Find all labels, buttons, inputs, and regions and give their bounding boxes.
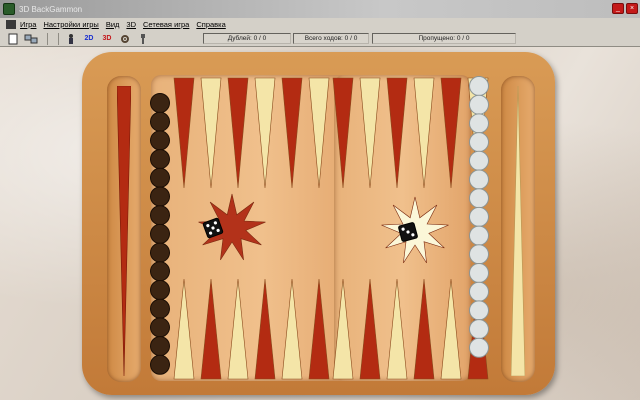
light-checker[interactable]: [469, 225, 489, 246]
toolbar-separator: [47, 32, 48, 45]
menu-settings[interactable]: Настройки игры: [43, 20, 98, 29]
dark-checker[interactable]: [150, 354, 170, 375]
view-3d-button[interactable]: 3D: [100, 33, 114, 45]
point-top[interactable]: [308, 77, 330, 189]
point-top[interactable]: [173, 77, 195, 189]
menu-3d[interactable]: 3D: [126, 20, 136, 29]
light-checker[interactable]: [469, 113, 489, 134]
dark-checker[interactable]: [150, 280, 170, 300]
app-icon: [3, 3, 15, 15]
die[interactable]: [398, 222, 418, 242]
light-checker[interactable]: [469, 206, 489, 227]
settings-icon[interactable]: [118, 33, 132, 45]
light-checker[interactable]: [469, 132, 489, 153]
point-bottom[interactable]: [332, 278, 354, 380]
point-top[interactable]: [200, 77, 222, 189]
doubles-counter: Дублей: 0 / 0: [203, 33, 291, 44]
point-bottom[interactable]: [386, 278, 408, 380]
menu-view[interactable]: Вид: [106, 20, 120, 29]
dark-checker[interactable]: [150, 167, 170, 188]
light-checker[interactable]: [469, 94, 489, 115]
view-2d-button[interactable]: 2D: [82, 33, 96, 45]
point-bottom[interactable]: [227, 278, 249, 380]
point-bottom[interactable]: [200, 278, 222, 380]
light-checker[interactable]: [469, 319, 489, 340]
player-icon[interactable]: [64, 33, 78, 45]
light-checker[interactable]: [469, 150, 489, 171]
menu-game[interactable]: Игра: [20, 20, 36, 29]
dark-checker[interactable]: [150, 149, 170, 170]
light-checker[interactable]: [469, 244, 489, 265]
point-top[interactable]: [413, 77, 435, 189]
dark-checker[interactable]: [150, 261, 170, 282]
skipped-counter: Пропущено: 0 / 0: [372, 33, 516, 44]
board-field: [150, 76, 489, 380]
marble-background: [0, 47, 640, 400]
title-bar: 3D BackGammon _ ×: [0, 0, 640, 18]
point-bottom[interactable]: [173, 278, 195, 380]
menu-help[interactable]: Справка: [196, 20, 225, 29]
dark-checker[interactable]: [150, 186, 170, 207]
dark-checker[interactable]: [150, 93, 170, 113]
dark-checker[interactable]: [150, 111, 170, 132]
close-button[interactable]: ×: [626, 3, 638, 14]
hint-icon[interactable]: [136, 33, 150, 45]
network-icon[interactable]: [24, 33, 38, 45]
light-checker[interactable]: [469, 300, 489, 321]
menu-bar: Игра Настройки игры Вид 3D Сетевая игра …: [0, 18, 640, 30]
point-bottom[interactable]: [440, 278, 462, 380]
point-top[interactable]: [359, 77, 381, 189]
window-title: 3D BackGammon: [19, 4, 83, 14]
point-top[interactable]: [440, 77, 462, 189]
menu-network[interactable]: Сетевая игра: [143, 20, 189, 29]
point-bottom[interactable]: [413, 278, 435, 380]
dark-checker[interactable]: [150, 223, 170, 244]
light-checker[interactable]: [469, 337, 489, 358]
dark-checker[interactable]: [150, 336, 170, 357]
dark-checker[interactable]: [150, 317, 170, 338]
light-checker[interactable]: [469, 281, 489, 302]
backgammon-board: [82, 52, 555, 395]
dark-checker[interactable]: [150, 205, 170, 226]
point-bottom[interactable]: [359, 278, 381, 380]
toolbar-separator: [58, 32, 59, 45]
dark-checker[interactable]: [150, 130, 170, 151]
point-top[interactable]: [386, 77, 408, 189]
point-top[interactable]: [227, 77, 249, 189]
light-checker[interactable]: [469, 263, 489, 283]
dark-checker[interactable]: [150, 298, 170, 319]
dark-checker[interactable]: [150, 242, 170, 263]
menu-logo-icon: [6, 19, 16, 29]
minimize-button[interactable]: _: [612, 3, 624, 14]
point-top[interactable]: [332, 77, 354, 189]
point-bottom[interactable]: [254, 278, 276, 380]
new-game-icon[interactable]: [6, 33, 20, 45]
point-bottom[interactable]: [308, 278, 330, 380]
point-bottom[interactable]: [281, 278, 303, 380]
point-top[interactable]: [254, 77, 276, 189]
total-moves-counter: Всего ходов: 0 / 0: [293, 33, 369, 44]
light-checker[interactable]: [469, 188, 489, 209]
light-checker[interactable]: [469, 169, 489, 190]
point-top[interactable]: [281, 77, 303, 189]
light-checker[interactable]: [469, 76, 489, 96]
